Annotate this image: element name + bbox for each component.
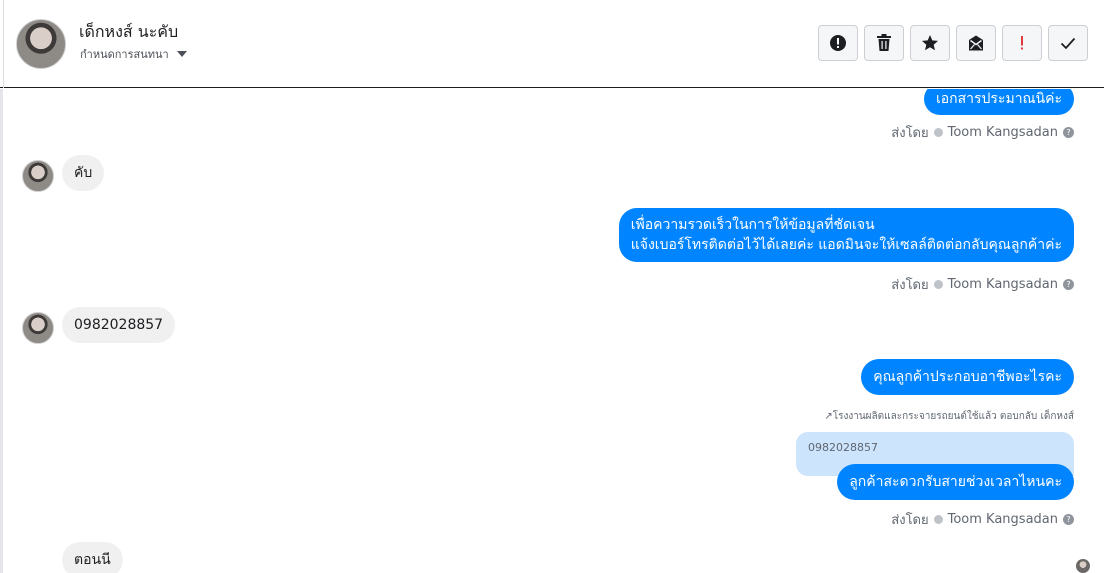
incoming-message[interactable]: คับ — [62, 155, 105, 191]
incoming-message[interactable]: 0982028857 — [62, 307, 176, 343]
sent-by-prefix: ส่งโดย — [891, 278, 929, 293]
conversation-header: เด็กหงส์ นะคับ กำหนดการสนทนา — [0, 0, 1104, 88]
mark-done-button[interactable] — [1048, 25, 1088, 61]
trash-icon — [877, 34, 891, 51]
message-text: ตอนนี — [74, 552, 111, 568]
message-text-line: แจ้งเบอร์โทรติดต่อไว้ได้เลยค่ะ แอดมินจะใ… — [630, 237, 1062, 253]
message-text: คุณลูกค้าประกอบอาชีพอะไรคะ — [873, 369, 1062, 385]
contact-name[interactable]: เด็กหงส์ นะคับ — [79, 20, 178, 45]
caret-down-icon — [176, 51, 187, 57]
star-icon — [922, 35, 938, 51]
message-thread[interactable]: เอกสารประมาณนิค่ะ ส่งโดย Toom Kangsadan … — [3, 89, 1104, 573]
help-icon[interactable]: ? — [1063, 279, 1074, 290]
alert-circle-icon — [830, 35, 846, 51]
outgoing-message[interactable]: ลูกค้าสะดวกรับสายช่วงเวลาไหนคะ — [837, 464, 1074, 500]
check-circle-icon — [933, 128, 943, 137]
exclamation-icon — [1021, 36, 1023, 50]
envelope-unread-icon — [969, 35, 983, 51]
sender-name[interactable]: Toom Kangsadan — [948, 277, 1058, 292]
check-circle-icon — [933, 515, 943, 524]
sender-name[interactable]: Toom Kangsadan — [948, 125, 1058, 140]
header-divider — [3, 0, 4, 88]
outgoing-message[interactable]: เพื่อความรวดเร็วในการให้ข้อมูลที่ชัดเจน … — [618, 208, 1074, 262]
mark-spam-button[interactable] — [818, 25, 858, 61]
message-text: 0982028857 — [74, 317, 164, 333]
outgoing-message[interactable]: เอกสารประมาณนิค่ะ — [923, 89, 1074, 115]
mark-unread-button[interactable] — [956, 25, 996, 61]
message-text: คับ — [74, 165, 93, 181]
contact-avatar-small — [22, 160, 54, 192]
assign-label: กำหนดการสนทนา — [80, 48, 169, 61]
sent-by-info: ส่งโดย Toom Kangsadan ? — [891, 122, 1074, 143]
sent-by-info: ส่งโดย Toom Kangsadan ? — [891, 509, 1074, 530]
sent-by-prefix: ส่งโดย — [891, 126, 929, 141]
conversation-toolbar — [818, 25, 1088, 61]
reply-arrow-icon: ↗ — [824, 411, 833, 422]
sent-by-info: ส่งโดย Toom Kangsadan ? — [891, 274, 1074, 295]
help-icon[interactable]: ? — [1063, 514, 1074, 525]
delete-button[interactable] — [864, 25, 904, 61]
reply-context-note: ↗โรงงานผลิตและกระจายรถยนต์ใช้แล้ว ตอบกลั… — [824, 411, 1074, 422]
star-button[interactable] — [910, 25, 950, 61]
contact-avatar-small — [22, 312, 54, 344]
sent-by-prefix: ส่งโดย — [891, 513, 929, 528]
help-icon[interactable]: ? — [1063, 127, 1074, 138]
message-text: เอกสารประมาณนิค่ะ — [935, 91, 1062, 107]
check-circle-icon — [933, 280, 943, 289]
assign-conversation-dropdown[interactable]: กำหนดการสนทนา — [80, 45, 187, 63]
message-text-line: เพื่อความรวดเร็วในการให้ข้อมูลที่ชัดเจน — [630, 217, 875, 233]
contact-avatar[interactable] — [16, 19, 66, 69]
outgoing-message[interactable]: คุณลูกค้าประกอบอาชีพอะไรคะ — [861, 359, 1074, 395]
incoming-message[interactable]: ตอนนี — [62, 542, 123, 573]
checkmark-icon — [1060, 37, 1076, 50]
quoted-text: 0982028857 — [808, 441, 878, 454]
seen-indicator-avatar — [1076, 559, 1090, 573]
mark-important-button[interactable] — [1002, 25, 1042, 61]
message-text: ลูกค้าสะดวกรับสายช่วงเวลาไหนคะ — [849, 474, 1062, 490]
sender-name[interactable]: Toom Kangsadan — [948, 512, 1058, 527]
